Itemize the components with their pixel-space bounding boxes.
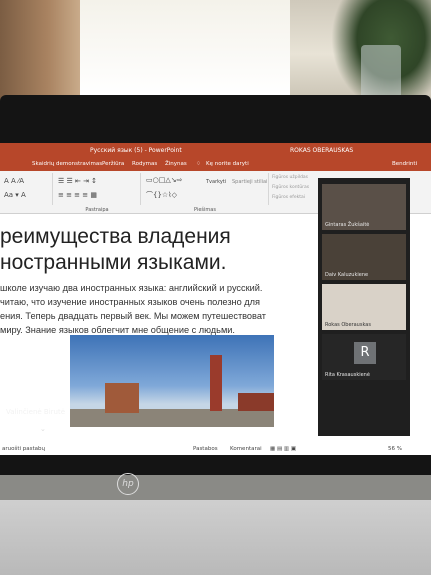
shape-effects-button[interactable]: Figūros efektai xyxy=(272,195,305,200)
participant-tile[interactable]: R Rita Krasauskienė xyxy=(322,334,406,380)
laptop-base xyxy=(0,500,431,575)
shape-format-group: Figūros užpildas Figūros kontūras Figūro… xyxy=(270,173,322,205)
curtain xyxy=(0,0,80,100)
slide-title-line-1: реимущества владения xyxy=(0,225,231,248)
drawing-group-label: Piešimas xyxy=(194,207,216,213)
comments-button[interactable]: Komentarai xyxy=(230,446,262,452)
char-spacing-icon[interactable]: Aa ▾ A xyxy=(4,191,26,199)
lightbulb-icon: ♢ xyxy=(196,161,201,167)
st-basils-cathedral xyxy=(105,383,139,413)
participant-tile[interactable]: Rokas Oberauskas xyxy=(322,284,406,330)
participant-name: Rita Krasauskienė xyxy=(325,372,370,378)
shape-outline-button[interactable]: Figūros kontūras xyxy=(272,185,309,190)
font-size-icon[interactable]: A A ⁄A xyxy=(4,177,24,185)
window xyxy=(80,0,290,95)
kremlin-wall xyxy=(238,393,274,411)
paragraph-line: читаю, что изучение иностранных языков о… xyxy=(0,297,260,307)
shapes-gallery-icon[interactable]: ▭○□△↘⇨ xyxy=(146,176,182,184)
participant-tile[interactable]: Gintaras Žukšaitė xyxy=(322,184,406,230)
tab-help[interactable]: Žinynas xyxy=(165,161,187,167)
shapes-gallery-icon-2[interactable]: ⌒{}☆⌇◇ xyxy=(146,190,177,200)
quick-styles-button[interactable]: Spartieji stiliai xyxy=(232,179,267,185)
window-title: Русский язык (5) - PowerPoint xyxy=(90,147,182,154)
view-buttons[interactable]: ▦ ▤ ▥ ▣ xyxy=(270,446,296,452)
spasskaya-tower xyxy=(210,355,222,411)
notes-pane-label[interactable]: aruošti pastabų xyxy=(2,446,45,452)
ribbon-tabs: Skaidrių demonstravimas Peržiūra Rodymas… xyxy=(0,159,431,171)
notes-button[interactable]: Pastabos xyxy=(193,446,218,452)
chevron-down-icon[interactable]: ⌄ xyxy=(40,425,46,433)
bullets-icon[interactable]: ☰ ☰ ⇤ ⇥ ↕ xyxy=(58,177,97,185)
tab-review[interactable]: Peržiūra xyxy=(102,161,124,167)
drawing-group: ▭○□△↘⇨ ⌒{}☆⌇◇ Tvarkyti Spartieji stiliai… xyxy=(142,173,269,213)
slide-paragraph: школе изучаю два иностранных языка: англ… xyxy=(0,281,330,337)
tell-me-box[interactable]: Kę norite daryti xyxy=(206,161,249,167)
hp-logo-text: hp xyxy=(122,479,134,489)
paragraph-group-label: Pastraipa xyxy=(85,207,109,213)
red-square-photo xyxy=(70,335,274,427)
arrange-button[interactable]: Tvarkyti xyxy=(206,179,226,185)
user-name: ROKAS OBERAUSKAS xyxy=(290,147,354,154)
participant-tile[interactable]: Daiv Kaluzukiene xyxy=(322,234,406,280)
paragraph-line: ения. Теперь двадцать первый век. Мы мож… xyxy=(0,311,266,321)
participant-name: Gintaras Žukšaitė xyxy=(325,222,370,228)
align-icon[interactable]: ≡ ≡ ≡ ≡ ▦ xyxy=(58,191,97,199)
title-bar: Русский язык (5) - PowerPoint ROKAS OBER… xyxy=(0,143,431,159)
zoom-participants-panel: Gintaras Žukšaitė Daiv Kaluzukiene Rokas… xyxy=(318,178,410,436)
paragraph-line: школе изучаю два иностранных языка: англ… xyxy=(0,283,263,293)
participant-avatar: R xyxy=(354,342,376,364)
tab-view[interactable]: Rodymas xyxy=(132,161,157,167)
tab-slideshow[interactable]: Skaidrių demonstravimas xyxy=(32,161,102,167)
zoom-level[interactable]: 56 % xyxy=(388,446,402,452)
hp-logo: hp xyxy=(117,473,139,495)
paragraph-group: ☰ ☰ ⇤ ⇥ ↕ ≡ ≡ ≡ ≡ ▦ Pastraipa xyxy=(54,173,141,213)
active-speaker-name: Valinčienė Birutė xyxy=(6,408,66,416)
share-button[interactable]: Bendrinti xyxy=(392,161,417,167)
shape-fill-button[interactable]: Figūros užpildas xyxy=(272,175,308,180)
font-group: A A ⁄A Aa ▾ A xyxy=(0,173,53,205)
participant-name: Daiv Kaluzukiene xyxy=(325,272,369,278)
status-bar: aruošti pastabų Pastabos Komentarai ▦ ▤ … xyxy=(0,443,431,455)
slide-title-line-2: ностранными языками. xyxy=(0,251,227,274)
participant-name: Rokas Oberauskas xyxy=(325,322,371,328)
photo-ground xyxy=(70,409,274,427)
